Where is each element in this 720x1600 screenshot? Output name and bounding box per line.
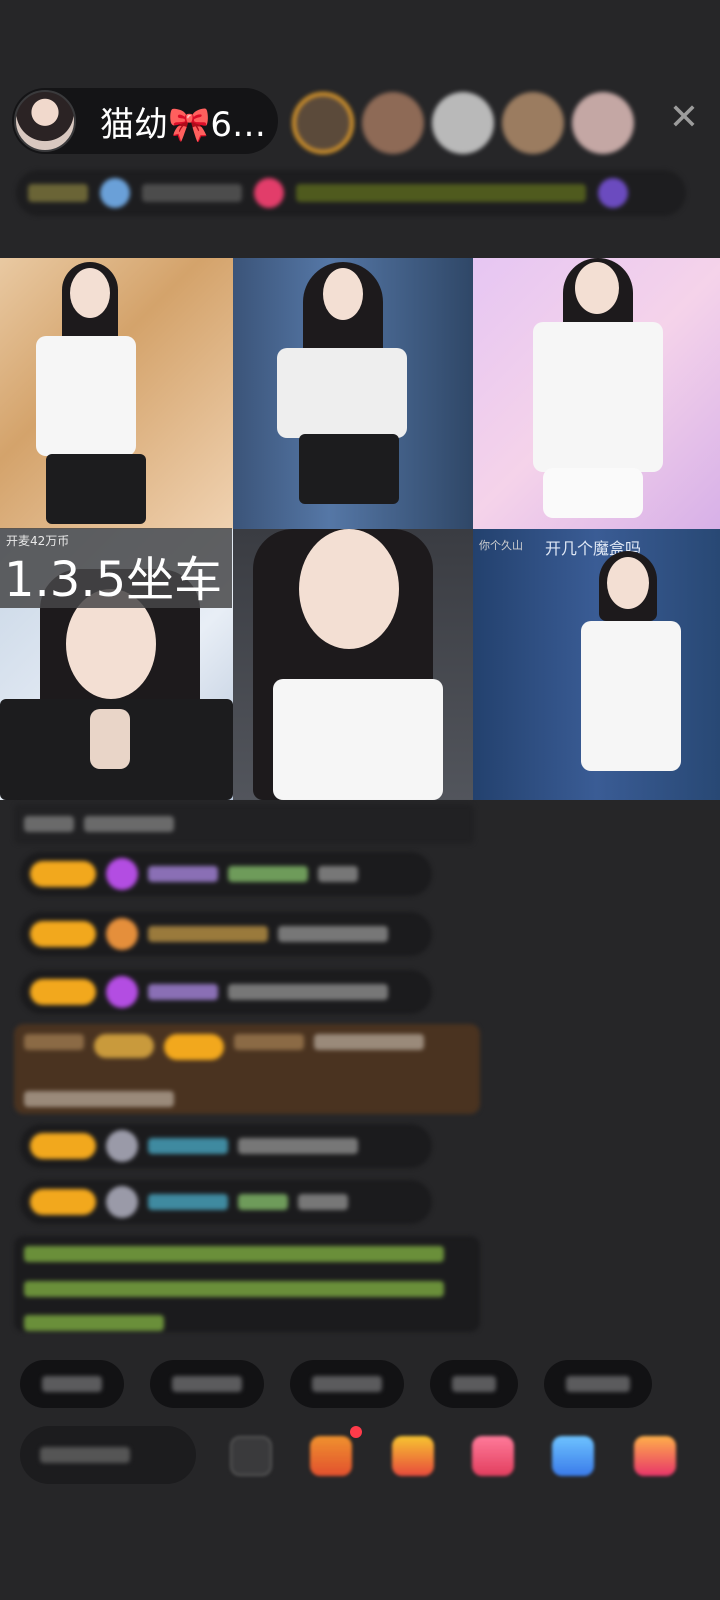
guest-video-tile[interactable] (233, 529, 473, 800)
guest-video-tile[interactable] (0, 258, 233, 529)
bottom-action-bar (20, 1426, 720, 1488)
chat-text (318, 866, 358, 882)
more-icon[interactable] (634, 1436, 676, 1476)
guest-figure (607, 557, 649, 609)
viewer-avatar[interactable] (502, 92, 564, 154)
quick-reply-chip[interactable] (290, 1360, 404, 1408)
host-info-pill[interactable]: 猫幼🎀6… (12, 88, 278, 154)
gift-box-icon[interactable] (392, 1436, 434, 1476)
chat-username (148, 926, 268, 942)
avatar-icon (106, 1130, 138, 1162)
chat-text (24, 816, 74, 832)
room-info-ticker[interactable] (16, 170, 686, 216)
chat-input[interactable] (20, 1426, 196, 1484)
chat-text (278, 926, 388, 942)
quick-reply-chip[interactable] (20, 1360, 124, 1408)
chat-username (148, 1194, 228, 1210)
level-badge (30, 979, 96, 1005)
level-badge (164, 1034, 224, 1060)
chat-text (24, 1091, 174, 1107)
seat-order-label: 开麦42万币 1.3.5坐车 (0, 528, 232, 608)
seat-order-text: 1.3.5坐车 (4, 552, 223, 608)
guest-figure (575, 262, 619, 314)
chat-username (148, 866, 218, 882)
ticker-icon (254, 178, 284, 208)
viewer-avatar[interactable] (432, 92, 494, 154)
guest-figure (36, 336, 136, 456)
guest-figure (299, 529, 399, 649)
viewer-avatar[interactable] (292, 92, 354, 154)
quick-reply-chip[interactable] (430, 1360, 518, 1408)
guest-figure (90, 709, 130, 769)
chat-message[interactable] (20, 970, 432, 1014)
chat-text (228, 866, 308, 882)
system-notice (14, 1236, 480, 1332)
guest-figure (533, 322, 663, 472)
level-badge (30, 921, 96, 947)
host-name: 猫幼🎀6… (100, 104, 266, 145)
game-icon[interactable] (552, 1436, 594, 1476)
level-badge (30, 861, 96, 887)
avatar-icon (106, 1186, 138, 1218)
chat-message[interactable] (20, 1180, 432, 1224)
chat-message (14, 804, 474, 844)
chat-text (228, 984, 388, 1000)
host-avatar[interactable] (14, 90, 76, 152)
notice-text (24, 1246, 444, 1262)
chat-message[interactable] (20, 1124, 432, 1168)
gem-icon (106, 976, 138, 1008)
close-icon[interactable]: ✕ (666, 100, 702, 136)
guest-video-tile[interactable] (233, 258, 473, 529)
ticker-item (296, 184, 586, 202)
guest-video-tile[interactable] (473, 258, 720, 529)
level-badge (30, 1189, 96, 1215)
gem-icon (106, 858, 138, 890)
quick-reply-bar (20, 1360, 652, 1408)
gift-message[interactable] (14, 1024, 480, 1114)
chat-message[interactable] (20, 852, 432, 896)
guest-figure (323, 268, 363, 320)
notice-text (24, 1280, 444, 1297)
guest-figure (581, 621, 681, 771)
gift-badge (94, 1034, 154, 1058)
chat-username (148, 1138, 228, 1154)
chat-username (234, 1034, 304, 1050)
chat-text (238, 1194, 288, 1210)
top-viewers-list (292, 92, 634, 154)
guest-figure (70, 268, 110, 318)
guest-video-tile[interactable]: 你个久山 开几个魔盒吗 (473, 529, 720, 800)
guest-figure (46, 454, 146, 524)
chat-message[interactable] (20, 912, 432, 956)
chat-username (148, 984, 218, 1000)
ticker-item (28, 184, 88, 202)
guest-figure (543, 468, 643, 518)
task-icon[interactable] (310, 1436, 352, 1476)
ticker-item (142, 184, 242, 202)
chat-text (84, 816, 174, 832)
quick-reply-chip[interactable] (544, 1360, 652, 1408)
heart-icon[interactable] (472, 1436, 514, 1476)
viewer-avatar[interactable] (572, 92, 634, 154)
guest-figure (299, 434, 399, 504)
emoji-icon[interactable] (230, 1436, 272, 1476)
guest-figure (273, 679, 443, 800)
medal-icon (106, 918, 138, 950)
viewer-avatar[interactable] (362, 92, 424, 154)
chat-text (298, 1194, 348, 1210)
quick-reply-chip[interactable] (150, 1360, 264, 1408)
chat-text (238, 1138, 358, 1154)
ticker-icon (100, 178, 130, 208)
notice-text (24, 1315, 164, 1332)
notification-dot (350, 1426, 362, 1438)
chat-text (314, 1034, 424, 1050)
ticker-icon (598, 178, 628, 208)
tile-caption: 你个久山 (479, 539, 523, 552)
guest-figure (277, 348, 407, 438)
chat-text (24, 1034, 84, 1050)
level-badge (30, 1133, 96, 1159)
